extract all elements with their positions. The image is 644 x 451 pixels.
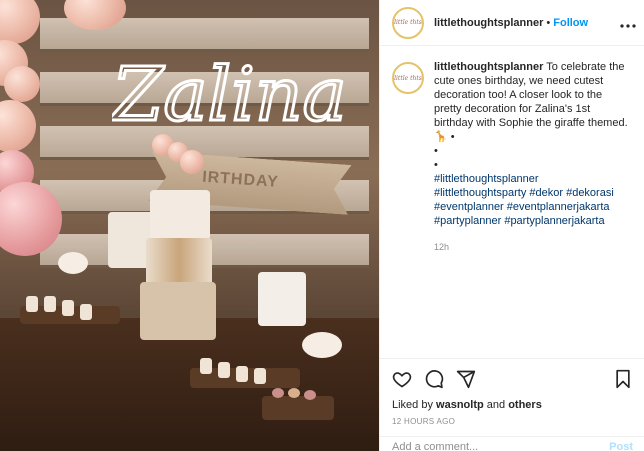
comment-timestamp[interactable]: 12h bbox=[434, 240, 629, 254]
likes-summary: Liked by wasnoltp and others bbox=[392, 399, 633, 411]
bookmark-icon[interactable] bbox=[613, 369, 633, 389]
balloon bbox=[0, 0, 40, 44]
post-photo[interactable]: Zalina IRTHDAY bbox=[0, 0, 379, 451]
liked-user-link[interactable]: wasnoltp bbox=[436, 399, 484, 411]
post-comment-button[interactable]: Post bbox=[609, 441, 633, 451]
macaron bbox=[304, 390, 316, 400]
caption-dot: • bbox=[434, 145, 438, 157]
post-timestamp[interactable]: 12 HOURS AGO bbox=[392, 417, 633, 426]
balloon bbox=[4, 66, 40, 102]
neon-sign: Zalina bbox=[112, 51, 348, 140]
caption-text: To celebrate the cute ones birthday, we … bbox=[434, 61, 628, 143]
dessert-cup bbox=[200, 358, 212, 374]
marshmallow-jar bbox=[58, 252, 88, 274]
macaron bbox=[288, 388, 300, 398]
avatar-text: little thts bbox=[394, 74, 422, 82]
cake-tier-giraffe bbox=[146, 238, 212, 286]
post-details-panel: little thts littlethoughtsplanner • Foll… bbox=[379, 0, 644, 451]
banner-text: IRTHDAY bbox=[201, 168, 280, 191]
heart-icon[interactable] bbox=[392, 369, 412, 389]
follow-button[interactable]: Follow bbox=[553, 17, 588, 29]
dessert-cup bbox=[44, 296, 56, 312]
caption-username[interactable]: littlethoughtsplanner bbox=[434, 61, 543, 73]
separator-dot: • bbox=[546, 16, 551, 29]
balloon bbox=[180, 150, 204, 174]
share-icon[interactable] bbox=[456, 369, 476, 389]
neon-sign-text: Zalina bbox=[112, 52, 347, 138]
liked-suffix: and bbox=[486, 399, 506, 411]
comment-input[interactable]: Add a comment... bbox=[392, 441, 478, 451]
comment-icon[interactable] bbox=[424, 369, 444, 389]
caption-dot: • bbox=[434, 159, 438, 171]
action-icons bbox=[392, 367, 633, 391]
macaron bbox=[272, 388, 284, 398]
avatar[interactable]: little thts bbox=[392, 6, 424, 39]
dessert-cup bbox=[80, 304, 92, 320]
add-comment-bar: Add a comment... Post bbox=[380, 436, 644, 451]
dessert-cup bbox=[236, 366, 248, 382]
avatar[interactable]: little thts bbox=[392, 62, 424, 94]
macaron-tray bbox=[262, 396, 334, 420]
dessert-cup bbox=[26, 296, 38, 312]
liked-others-link[interactable]: others bbox=[508, 399, 542, 411]
marshmallow-jar bbox=[302, 332, 342, 358]
avatar-text: little thts bbox=[394, 19, 422, 26]
username-link[interactable]: littlethoughtsplanner bbox=[434, 17, 543, 29]
dessert-cup bbox=[62, 300, 74, 316]
more-options-icon-glyph bbox=[620, 23, 636, 28]
post-header: little thts littlethoughtsplanner • Foll… bbox=[380, 0, 644, 46]
cake-tier bbox=[140, 282, 216, 340]
balloon bbox=[0, 100, 36, 152]
liked-prefix: Liked by bbox=[392, 399, 433, 411]
caption: littlethoughtsplanner To celebrate the c… bbox=[434, 60, 629, 254]
dessert-cup bbox=[254, 368, 266, 384]
one-cake bbox=[258, 272, 306, 326]
hashtags[interactable]: #littlethoughtsplanner #littlethoughtspa… bbox=[434, 172, 629, 228]
action-bar: Liked by wasnoltp and others 12 HOURS AG… bbox=[380, 358, 644, 426]
caption-comment: little thts littlethoughtsplanner To cel… bbox=[380, 46, 644, 254]
dessert-cup bbox=[218, 362, 230, 378]
cake-tier bbox=[150, 190, 210, 240]
more-options-icon[interactable] bbox=[620, 15, 636, 31]
